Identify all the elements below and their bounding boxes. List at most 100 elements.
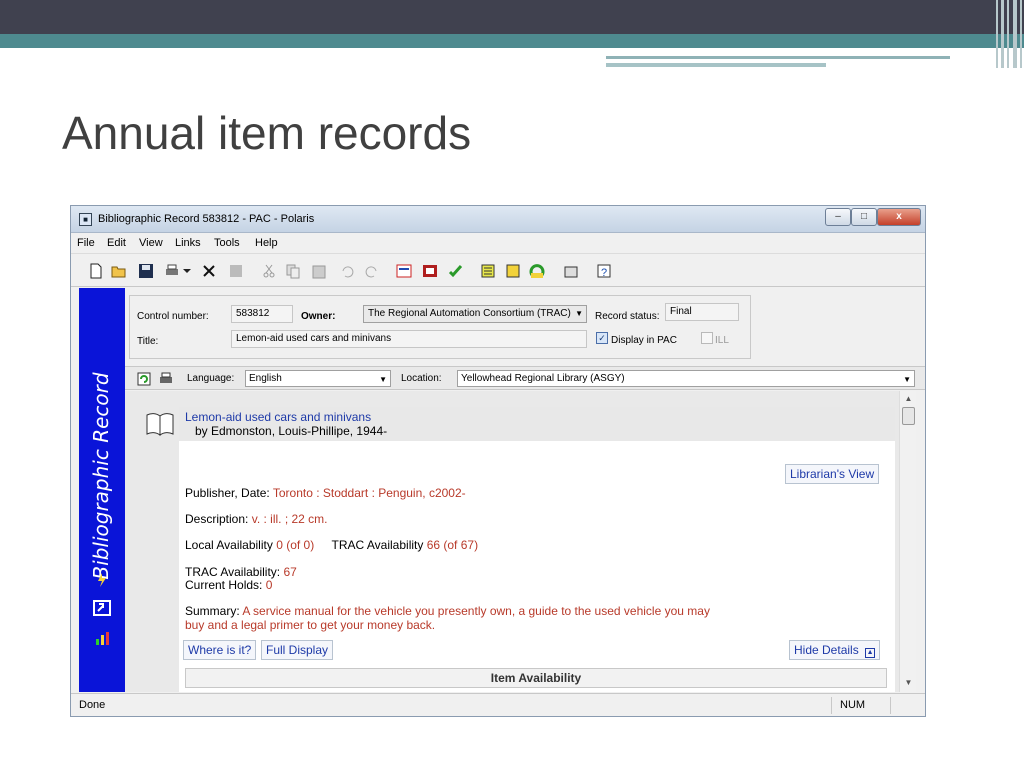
language-select-value: English (249, 373, 282, 384)
print-icon[interactable] (164, 263, 180, 279)
slide-top-bar (0, 0, 1024, 34)
menu-tools[interactable]: Tools (214, 237, 240, 249)
language-select[interactable]: English ▼ (245, 370, 391, 387)
refresh-icon[interactable] (529, 263, 545, 279)
description-value: v. : ill. ; 22 cm. (251, 512, 328, 526)
location-select-value: Yellowhead Regional Library (ASGY) (461, 373, 625, 384)
check-in-icon[interactable] (422, 263, 438, 279)
book-icon (146, 413, 174, 436)
scroll-thumb[interactable] (902, 407, 915, 425)
window-titlebar[interactable]: ■ Bibliographic Record 583812 - PAC - Po… (71, 206, 925, 233)
publisher-value: Toronto : Stoddart : Penguin, c2002- (272, 486, 466, 500)
item-record-icon[interactable] (505, 263, 521, 279)
menu-edit[interactable]: Edit (107, 237, 126, 249)
publisher-line: Publisher, Date: Toronto : Stoddart : Pe… (185, 486, 466, 500)
slide-decoration-line (606, 56, 950, 59)
slide-title: Annual item records (62, 107, 472, 159)
refresh-record-icon[interactable] (137, 372, 151, 386)
local-availability-value: 0 (of 0) (276, 538, 315, 552)
cut-icon[interactable] (261, 263, 277, 279)
check-mark-2-icon[interactable] (448, 263, 464, 279)
link-record-icon[interactable] (93, 600, 111, 616)
undo-icon[interactable] (339, 263, 355, 279)
location-select[interactable]: Yellowhead Regional Library (ASGY) ▼ (457, 370, 915, 387)
print-record-icon[interactable] (159, 372, 173, 386)
lightning-icon[interactable] (93, 572, 111, 588)
collapse-icon: ▲ (865, 648, 876, 658)
control-number-field: 583812 (231, 305, 293, 323)
statistics-icon[interactable] (93, 630, 111, 646)
display-in-pac-checkbox[interactable]: ✓ (596, 332, 608, 344)
paste-icon[interactable] (311, 263, 327, 279)
chevron-down-icon: ▼ (903, 375, 911, 384)
menu-file[interactable]: File (77, 237, 95, 249)
item-availability-header[interactable]: Item Availability (185, 668, 887, 688)
menu-bar: File Edit View Links Tools Help (71, 234, 925, 254)
banner-text: Bibliographic Record (89, 372, 113, 580)
slide-corner-decoration (994, 0, 1024, 68)
language-location-bar: Language: English ▼ Location: Yellowhead… (125, 366, 925, 390)
record-status-field: Final (665, 303, 739, 321)
check-out-icon[interactable] (396, 263, 412, 279)
librarians-view-button[interactable]: Librarian's View (785, 464, 880, 484)
ill-checkbox[interactable] (701, 332, 713, 344)
trac-availability-total-line: TRAC Availability: 67 (185, 565, 297, 579)
help-icon[interactable]: ? (596, 263, 612, 279)
availability-line: Local Availability 0 (of 0) TRAC Availab… (185, 538, 478, 552)
chevron-down-icon: ▼ (379, 375, 387, 384)
summary-line: Summary: A service manual for the vehicl… (185, 604, 710, 618)
current-holds-label: Current Holds: (185, 578, 263, 592)
minimize-button[interactable]: – (825, 208, 851, 226)
slide-accent-band (0, 34, 1024, 48)
menu-help[interactable]: Help (255, 237, 278, 249)
copy-icon[interactable] (285, 263, 301, 279)
title-label: Title: (137, 336, 159, 347)
scroll-up-icon[interactable]: ▲ (900, 391, 917, 407)
num-lock-indicator: NUM (831, 697, 891, 714)
window-title: Bibliographic Record 583812 - PAC - Pola… (98, 213, 315, 225)
language-label: Language: (187, 373, 235, 384)
slide-decoration-line (606, 63, 826, 67)
record-author: by Edmonston, Louis-Phillipe, 1944- (195, 424, 388, 438)
content-scrollbar[interactable]: ▲ ▼ (899, 391, 916, 692)
save-icon[interactable] (138, 263, 154, 279)
svg-text:?: ? (601, 267, 607, 279)
list-icon[interactable] (480, 263, 496, 279)
scroll-down-icon[interactable]: ▼ (900, 675, 917, 691)
new-document-icon[interactable] (88, 263, 104, 279)
title-field[interactable]: Lemon-aid used cars and minivans (231, 330, 587, 348)
display-in-pac-label: Display in PAC (611, 335, 677, 346)
full-display-button[interactable]: Full Display (261, 640, 334, 660)
where-is-it-button[interactable]: Where is it? (183, 640, 257, 660)
owner-select[interactable]: The Regional Automation Consortium (TRAC… (363, 305, 587, 323)
menu-links[interactable]: Links (175, 237, 201, 249)
current-holds-line: Current Holds: 0 (185, 578, 272, 592)
delete-icon[interactable] (201, 263, 217, 279)
status-text: Done (79, 699, 106, 711)
bibliographic-record-banner: Bibliographic Record (79, 288, 125, 692)
record-card: Lemon-aid used cars and minivans by Edmo… (146, 407, 895, 692)
menu-view[interactable]: View (139, 237, 163, 249)
maximize-button[interactable]: □ (851, 208, 877, 226)
trac-availability-total-label: TRAC Availability: (185, 565, 281, 579)
owner-label: Owner: (301, 311, 336, 322)
bibliographic-record-window: ■ Bibliographic Record 583812 - PAC - Po… (70, 205, 926, 717)
control-number-label: Control number: (137, 311, 209, 322)
redo-icon[interactable] (364, 263, 380, 279)
properties-icon[interactable] (563, 263, 579, 279)
trac-availability-total-value: 67 (283, 565, 297, 579)
summary-value-1: A service manual for the vehicle you pre… (242, 604, 710, 618)
record-title-link[interactable]: Lemon-aid used cars and minivans (185, 410, 371, 424)
hide-details-label: Hide Details (794, 643, 859, 657)
current-holds-value: 0 (265, 578, 273, 592)
description-line: Description: v. : ill. ; 22 cm. (185, 512, 328, 526)
open-folder-icon[interactable] (111, 263, 127, 279)
print-dropdown-icon[interactable] (181, 263, 193, 279)
duplicate-icon[interactable] (228, 263, 244, 279)
summary-label: Summary: (185, 604, 240, 618)
hide-details-button[interactable]: Hide Details ▲ (789, 640, 881, 660)
owner-select-value: The Regional Automation Consortium (TRAC… (368, 308, 571, 319)
close-button[interactable]: x (877, 208, 921, 226)
record-content-area: Lemon-aid used cars and minivans by Edmo… (125, 391, 899, 692)
description-label: Description: (185, 512, 249, 526)
